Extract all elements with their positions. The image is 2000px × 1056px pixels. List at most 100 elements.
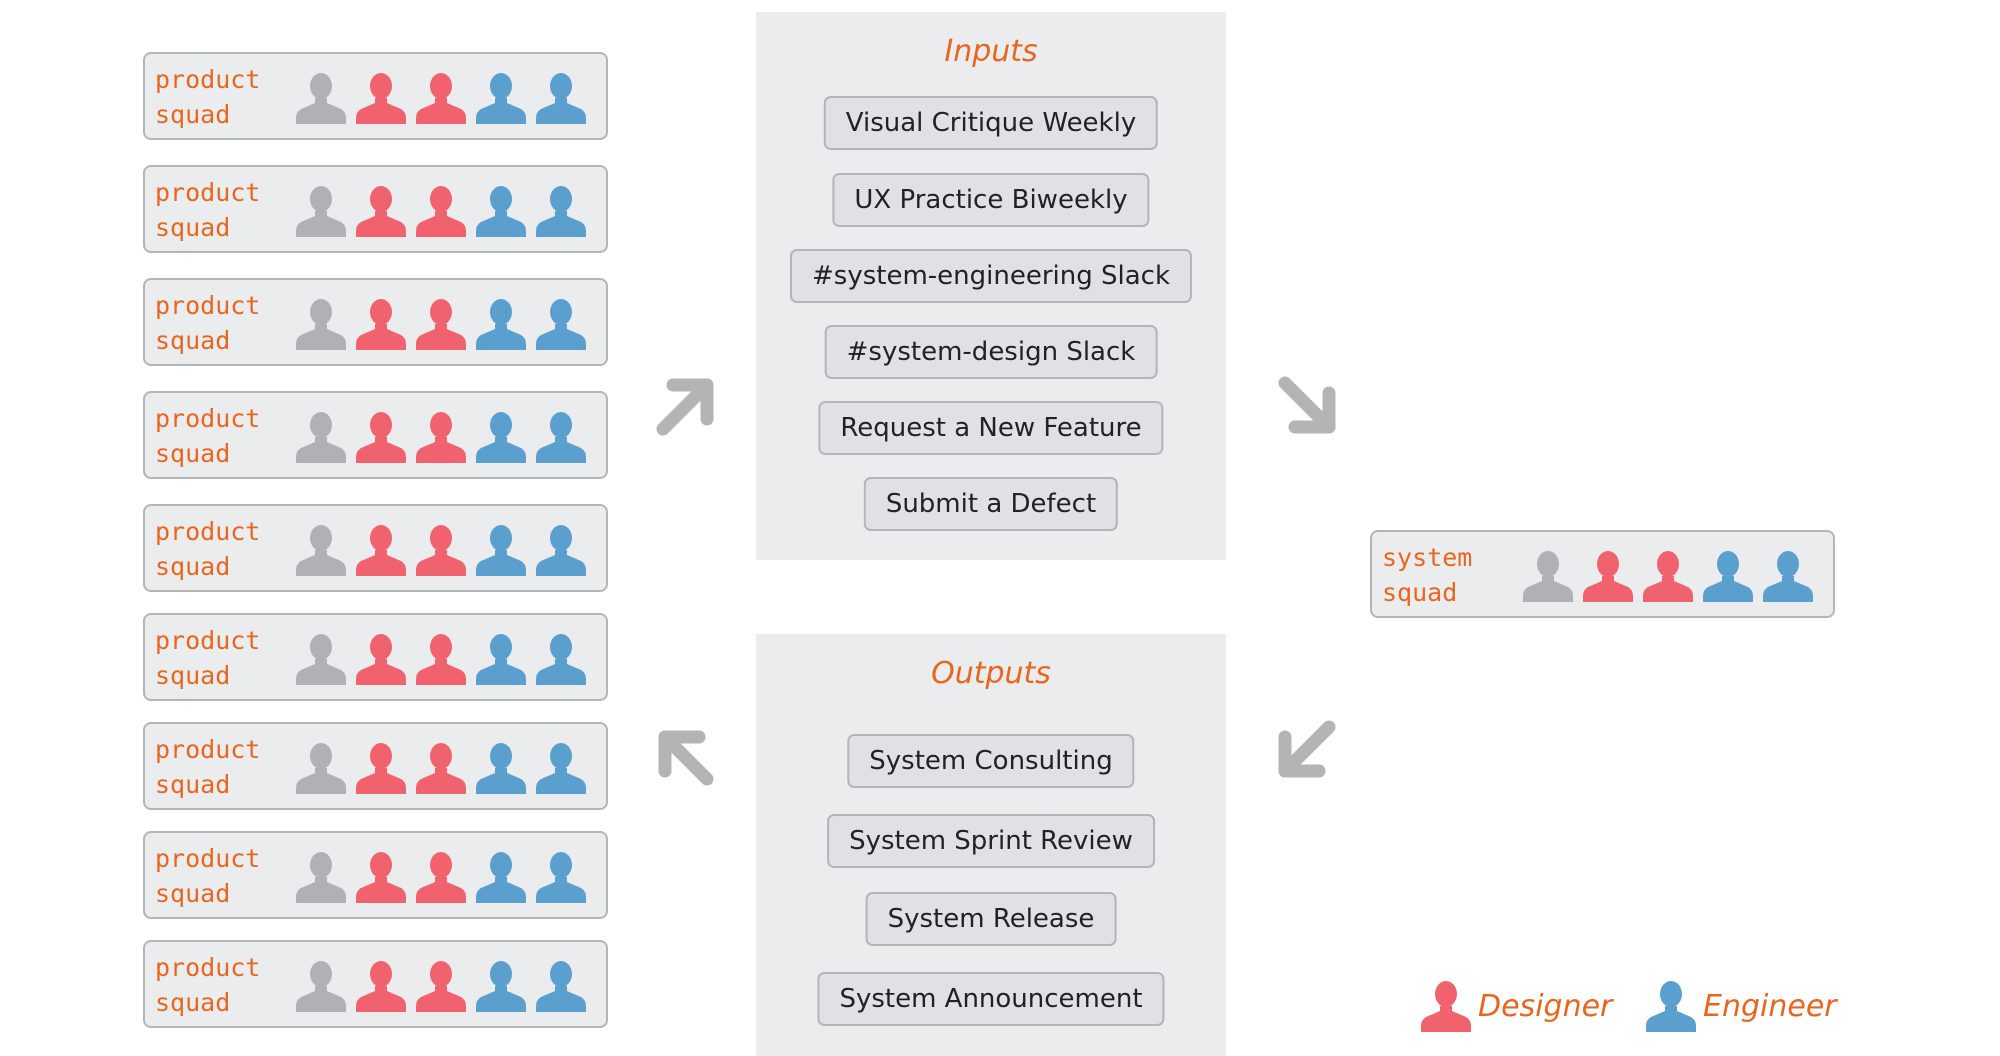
product-squad: product squad bbox=[143, 940, 608, 1028]
product-squad: product squad bbox=[143, 165, 608, 253]
legend-designer-label: Designer bbox=[1478, 988, 1613, 1024]
arrow-down-right-icon bbox=[1278, 376, 1336, 434]
designer-person-icon bbox=[1421, 981, 1471, 1032]
member-person-icon bbox=[296, 852, 346, 903]
designer-person-icon bbox=[356, 634, 406, 685]
output-system-announcement[interactable]: System Announcement bbox=[817, 972, 1165, 1026]
designer-person-icon bbox=[416, 852, 466, 903]
engineer-icon bbox=[1645, 980, 1697, 1032]
outputs-title: Outputs bbox=[931, 656, 1051, 691]
squad-members bbox=[295, 960, 587, 1012]
designer-person-icon bbox=[1643, 551, 1693, 602]
input-system-engineering-slack[interactable]: #system-engineering Slack bbox=[789, 249, 1193, 303]
designer-person-icon bbox=[416, 412, 466, 463]
designer-person-icon bbox=[356, 412, 406, 463]
product-squad-label: product squad bbox=[155, 288, 295, 358]
squad-members bbox=[295, 851, 587, 903]
engineer-person-icon bbox=[536, 412, 586, 463]
engineer-person-icon bbox=[1703, 551, 1753, 602]
squad-members bbox=[1522, 550, 1814, 602]
engineer-person-icon bbox=[476, 525, 526, 576]
outputs-panel: Outputs System Consulting System Sprint … bbox=[756, 634, 1226, 1056]
product-squad-label: product squad bbox=[155, 841, 295, 911]
output-system-consulting[interactable]: System Consulting bbox=[847, 734, 1135, 788]
output-system-release[interactable]: System Release bbox=[865, 892, 1117, 946]
designer-person-icon bbox=[356, 743, 406, 794]
product-squad: product squad bbox=[143, 831, 608, 919]
squad-label-line1: product bbox=[155, 517, 261, 546]
designer-person-icon bbox=[416, 73, 466, 124]
system-squad-label: system squad bbox=[1382, 540, 1522, 610]
product-squad-label: product squad bbox=[155, 175, 295, 245]
designer-person-icon bbox=[416, 525, 466, 576]
legend-engineer-label: Engineer bbox=[1703, 988, 1837, 1024]
designer-person-icon bbox=[356, 852, 406, 903]
legend-designer: Designer bbox=[1420, 980, 1612, 1032]
engineer-person-icon bbox=[1763, 551, 1813, 602]
product-squad-label: product squad bbox=[155, 401, 295, 471]
squad-label-line1: system bbox=[1382, 543, 1473, 572]
designer-person-icon bbox=[356, 961, 406, 1012]
arrow-up-right-icon bbox=[656, 378, 714, 436]
system-squad: system squad bbox=[1370, 530, 1835, 618]
engineer-person-icon bbox=[536, 525, 586, 576]
designer-person-icon bbox=[416, 743, 466, 794]
product-squad-label: product squad bbox=[155, 623, 295, 693]
member-person-icon bbox=[296, 299, 346, 350]
product-squad-label: product squad bbox=[155, 950, 295, 1020]
product-squad: product squad bbox=[143, 391, 608, 479]
engineer-person-icon bbox=[476, 186, 526, 237]
designer-person-icon bbox=[356, 73, 406, 124]
product-squad: product squad bbox=[143, 52, 608, 140]
engineer-person-icon bbox=[536, 852, 586, 903]
member-person-icon bbox=[1523, 551, 1573, 602]
inputs-panel: Inputs Visual Critique Weekly UX Practic… bbox=[756, 12, 1226, 560]
designer-person-icon bbox=[1583, 551, 1633, 602]
engineer-person-icon bbox=[536, 743, 586, 794]
product-squad: product squad bbox=[143, 278, 608, 366]
engineer-person-icon bbox=[476, 412, 526, 463]
input-system-design-slack[interactable]: #system-design Slack bbox=[824, 325, 1158, 379]
input-ux-practice-biweekly[interactable]: UX Practice Biweekly bbox=[832, 173, 1150, 227]
squad-label-line1: product bbox=[155, 178, 261, 207]
squad-label-line1: product bbox=[155, 735, 261, 764]
designer-person-icon bbox=[356, 186, 406, 237]
input-submit-defect[interactable]: Submit a Defect bbox=[863, 477, 1119, 531]
squad-label-line2: squad bbox=[155, 100, 231, 129]
squad-label-line2: squad bbox=[155, 988, 231, 1017]
engineer-person-icon bbox=[476, 299, 526, 350]
engineer-person-icon bbox=[476, 743, 526, 794]
squad-label-line2: squad bbox=[1382, 578, 1458, 607]
output-system-sprint-review[interactable]: System Sprint Review bbox=[827, 814, 1155, 868]
squad-label-line1: product bbox=[155, 65, 261, 94]
engineer-person-icon bbox=[476, 961, 526, 1012]
squad-label-line1: product bbox=[155, 626, 261, 655]
squad-label-line1: product bbox=[155, 953, 261, 982]
engineer-person-icon bbox=[476, 852, 526, 903]
product-squad: product squad bbox=[143, 722, 608, 810]
squad-label-line2: squad bbox=[155, 213, 231, 242]
designer-person-icon bbox=[416, 186, 466, 237]
member-person-icon bbox=[296, 73, 346, 124]
designer-person-icon bbox=[356, 525, 406, 576]
member-person-icon bbox=[296, 525, 346, 576]
product-squad-label: product squad bbox=[155, 62, 295, 132]
engineer-person-icon bbox=[536, 961, 586, 1012]
squad-members bbox=[295, 72, 587, 124]
input-request-new-feature[interactable]: Request a New Feature bbox=[818, 401, 1164, 455]
input-visual-critique-weekly[interactable]: Visual Critique Weekly bbox=[823, 96, 1159, 150]
product-squad: product squad bbox=[143, 504, 608, 592]
inputs-title: Inputs bbox=[944, 34, 1038, 69]
squad-members bbox=[295, 742, 587, 794]
designer-person-icon bbox=[416, 299, 466, 350]
squad-label-line2: squad bbox=[155, 552, 231, 581]
squad-members bbox=[295, 185, 587, 237]
squad-label-line2: squad bbox=[155, 439, 231, 468]
engineer-person-icon bbox=[536, 634, 586, 685]
designer-person-icon bbox=[356, 299, 406, 350]
designer-icon bbox=[1420, 980, 1472, 1032]
squad-label-line2: squad bbox=[155, 661, 231, 690]
engineer-person-icon bbox=[476, 73, 526, 124]
member-person-icon bbox=[296, 634, 346, 685]
squad-label-line1: product bbox=[155, 291, 261, 320]
